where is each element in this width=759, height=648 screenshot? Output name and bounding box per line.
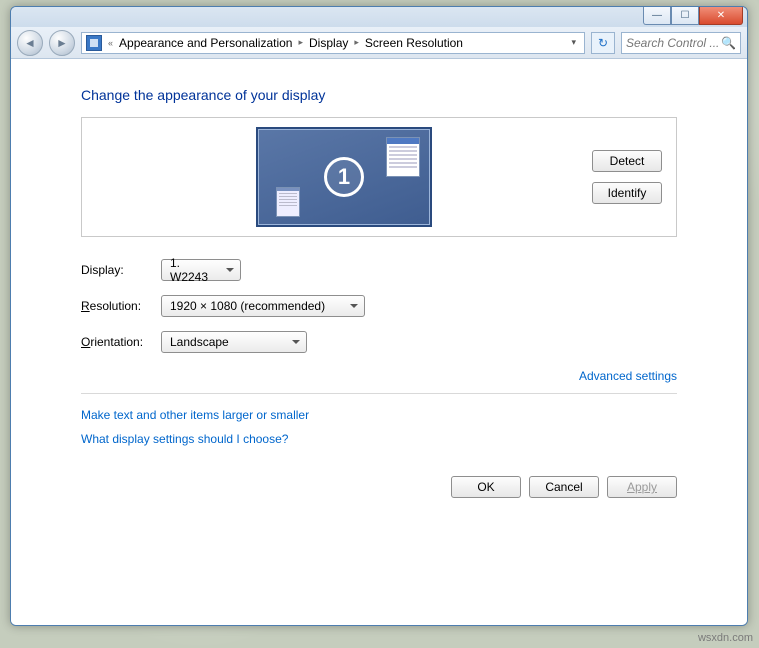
- monitor-preview-center: 1: [96, 127, 592, 227]
- control-panel-icon: [86, 35, 102, 51]
- monitor-1-preview[interactable]: 1: [256, 127, 432, 227]
- close-button[interactable]: ✕: [699, 7, 743, 25]
- back-button[interactable]: ◄: [17, 30, 43, 56]
- monitor-preview-pane: 1 Detect Identify: [81, 117, 677, 237]
- advanced-settings-row: Advanced settings: [81, 369, 677, 383]
- display-settings-form: Display: 1. W2243 Resolution: 1920 × 108…: [81, 259, 677, 353]
- label-resolution: Resolution:: [81, 299, 161, 313]
- address-dropdown-icon[interactable]: ▾: [567, 37, 580, 48]
- divider: [81, 393, 677, 394]
- watermark: wsxdn.com: [698, 632, 753, 644]
- forward-button[interactable]: ►: [49, 30, 75, 56]
- identify-button[interactable]: Identify: [592, 182, 662, 204]
- help-links: Make text and other items larger or smal…: [81, 408, 677, 446]
- search-input[interactable]: Search Control ... 🔍: [621, 32, 741, 54]
- navigation-bar: ◄ ► « Appearance and Personalization ▸ D…: [11, 27, 747, 59]
- window-titlebar: — ☐ ✕: [11, 7, 747, 27]
- row-display: Display: 1. W2243: [81, 259, 677, 281]
- monitor-side-buttons: Detect Identify: [592, 150, 662, 204]
- crumb-display[interactable]: Display: [309, 36, 348, 50]
- window-controls: — ☐ ✕: [643, 7, 743, 25]
- search-icon: 🔍: [721, 36, 736, 50]
- cancel-button[interactable]: Cancel: [529, 476, 599, 498]
- combo-resolution[interactable]: 1920 × 1080 (recommended): [161, 295, 365, 317]
- link-advanced-settings[interactable]: Advanced settings: [579, 369, 677, 383]
- preview-window-icon: [276, 187, 300, 217]
- content-area: Change the appearance of your display 1 …: [11, 59, 747, 625]
- monitor-number-badge: 1: [324, 157, 364, 197]
- chevron-icon: ▸: [298, 37, 303, 48]
- control-panel-window: — ☐ ✕ ◄ ► « Appearance and Personalizati…: [10, 6, 748, 626]
- search-placeholder: Search Control ...: [626, 36, 719, 50]
- link-which-settings[interactable]: What display settings should I choose?: [81, 432, 288, 446]
- link-text-size[interactable]: Make text and other items larger or smal…: [81, 408, 309, 422]
- label-orientation: Orientation:: [81, 335, 161, 349]
- minimize-button[interactable]: —: [643, 7, 671, 25]
- preview-window-icon: [386, 137, 420, 177]
- page-title: Change the appearance of your display: [81, 87, 677, 103]
- combo-orientation[interactable]: Landscape: [161, 331, 307, 353]
- refresh-button[interactable]: ↻: [591, 32, 615, 54]
- detect-button[interactable]: Detect: [592, 150, 662, 172]
- dialog-buttons: OK Cancel Apply: [81, 476, 677, 498]
- label-display: Display:: [81, 263, 161, 277]
- chevron-icon: ▸: [354, 37, 359, 48]
- combo-display[interactable]: 1. W2243: [161, 259, 241, 281]
- address-bar[interactable]: « Appearance and Personalization ▸ Displ…: [81, 32, 585, 54]
- crumb-prefix: «: [108, 38, 113, 48]
- ok-button[interactable]: OK: [451, 476, 521, 498]
- crumb-screen-resolution[interactable]: Screen Resolution: [365, 36, 463, 50]
- apply-button[interactable]: Apply: [607, 476, 677, 498]
- row-orientation: Orientation: Landscape: [81, 331, 677, 353]
- maximize-button[interactable]: ☐: [671, 7, 699, 25]
- row-resolution: Resolution: 1920 × 1080 (recommended): [81, 295, 677, 317]
- crumb-appearance[interactable]: Appearance and Personalization: [119, 36, 292, 50]
